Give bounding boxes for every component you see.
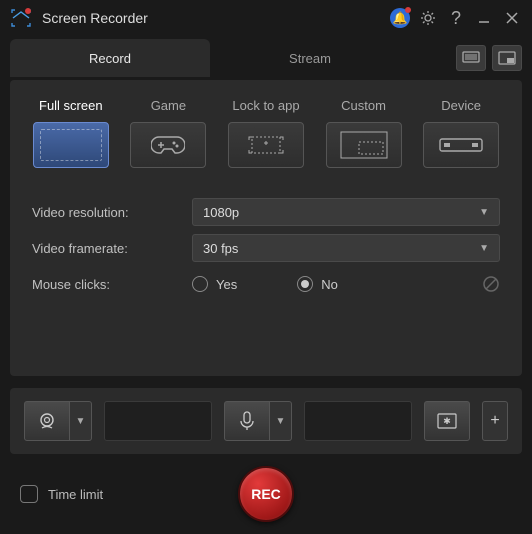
mouse-no-radio[interactable]: No: [297, 276, 338, 292]
disabled-icon: [482, 275, 500, 293]
chevron-down-icon: ▼: [479, 207, 489, 218]
framerate-label: Video framerate:: [32, 241, 192, 256]
record-button[interactable]: REC: [238, 466, 294, 522]
overlay-button[interactable]: ✱: [424, 401, 470, 441]
framerate-select[interactable]: 30 fps ▼: [192, 234, 500, 262]
help-button[interactable]: ?: [444, 6, 468, 30]
monitor-icon: [462, 51, 480, 65]
bell-icon: 🔔: [390, 8, 410, 28]
custom-area-icon: [337, 128, 391, 162]
fullscreen-preview-button[interactable]: [456, 45, 486, 71]
webcam-icon: [37, 411, 57, 431]
add-overlay-button[interactable]: +: [482, 401, 508, 441]
radio-icon: [192, 276, 208, 292]
mode-custom[interactable]: Custom: [325, 98, 403, 168]
resolution-label: Video resolution:: [32, 205, 192, 220]
mode-full-screen[interactable]: Full screen: [32, 98, 110, 168]
mode-device[interactable]: Device: [422, 98, 500, 168]
webcam-button[interactable]: [24, 401, 70, 441]
device-bar: ▼ ▼ ✱ +: [10, 388, 522, 454]
minimize-button[interactable]: [472, 6, 496, 30]
app-logo-icon: [10, 7, 32, 29]
mouse-clicks-label: Mouse clicks:: [32, 277, 192, 292]
webcam-level: [104, 401, 212, 441]
chevron-down-icon: ▼: [479, 243, 489, 254]
lock-app-icon: [244, 131, 288, 159]
settings-button[interactable]: [416, 6, 440, 30]
svg-text:✱: ✱: [443, 416, 451, 426]
checkbox-icon: [20, 485, 38, 503]
gear-icon: [420, 10, 436, 26]
mic-button[interactable]: [224, 401, 270, 441]
tab-record[interactable]: Record: [10, 39, 210, 77]
gamepad-icon: [151, 134, 185, 156]
close-button[interactable]: [500, 6, 524, 30]
device-icon: [438, 135, 484, 155]
webcam-dropdown[interactable]: ▼: [70, 401, 92, 441]
mic-dropdown[interactable]: ▼: [270, 401, 292, 441]
time-limit-checkbox[interactable]: Time limit: [20, 485, 103, 503]
mouse-yes-radio[interactable]: Yes: [192, 276, 237, 292]
main-panel: Full screen Game Lock to app Custom Devi…: [10, 80, 522, 376]
mode-game[interactable]: Game: [130, 98, 208, 168]
window-title: Screen Recorder: [42, 10, 384, 26]
overlay-icon: ✱: [437, 413, 457, 429]
pip-button[interactable]: [492, 45, 522, 71]
radio-icon: [297, 276, 313, 292]
mode-lock-to-app[interactable]: Lock to app: [227, 98, 305, 168]
pip-icon: [498, 51, 516, 65]
tab-stream[interactable]: Stream: [210, 39, 410, 77]
mic-level: [304, 401, 412, 441]
notifications-button[interactable]: 🔔: [388, 6, 412, 30]
mic-icon: [239, 411, 255, 431]
close-icon: [506, 12, 518, 24]
resolution-select[interactable]: 1080p ▼: [192, 198, 500, 226]
